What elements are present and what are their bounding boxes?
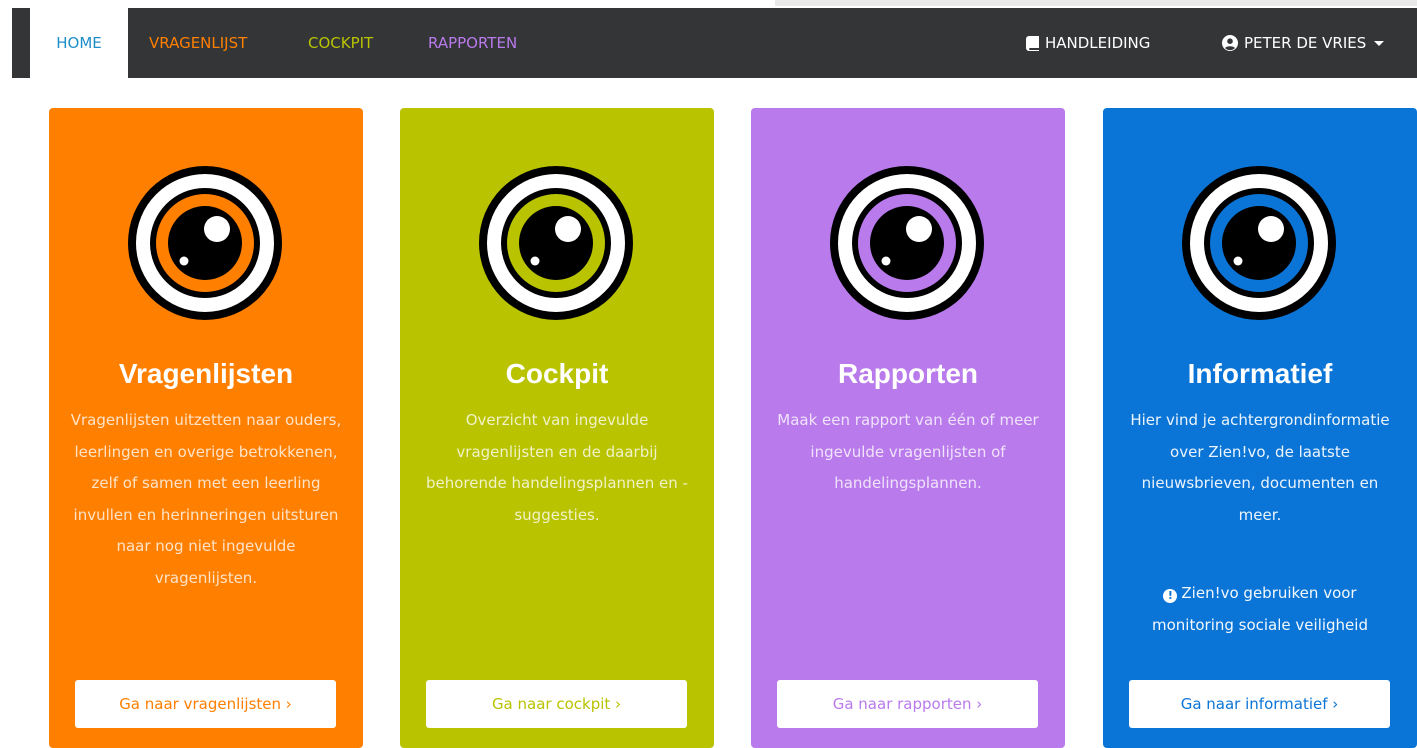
top-strip bbox=[0, 0, 1417, 8]
nav-rapporten-label: RAPPORTEN bbox=[428, 34, 518, 52]
card-rapporten: Rapporten Maak een rapport van één of me… bbox=[751, 108, 1065, 748]
nav-home[interactable]: HOME bbox=[30, 8, 128, 78]
exclamation-circle-icon: ! bbox=[1163, 589, 1178, 603]
nav-cockpit-label: COCKPIT bbox=[308, 34, 374, 52]
card-vragenlijsten: Vragenlijsten Vragenlijsten uitzetten na… bbox=[49, 108, 363, 748]
card-title: Vragenlijsten bbox=[118, 358, 294, 389]
user-name: PETER DE VRIES bbox=[1244, 34, 1367, 52]
eye-icon bbox=[1182, 166, 1336, 320]
nav-home-label: HOME bbox=[56, 34, 102, 52]
eye-icon bbox=[479, 166, 633, 320]
goto-vragenlijsten-button[interactable]: Ga naar vragenlijsten › bbox=[75, 680, 336, 728]
caret-down-icon bbox=[1374, 40, 1385, 46]
monitoring-link-label: Zien!vo gebruiken voor monitoring social… bbox=[1152, 584, 1368, 634]
card-description: Hier vind je achtergrondinformatie over … bbox=[1130, 411, 1390, 524]
book-icon bbox=[1026, 35, 1039, 51]
top-strip-bar bbox=[775, 0, 1417, 6]
eye-icon bbox=[830, 166, 984, 320]
nav-handleiding[interactable]: HANDLEIDING bbox=[1026, 8, 1150, 78]
nav-cockpit[interactable]: COCKPIT bbox=[308, 8, 373, 78]
goto-informatief-button[interactable]: Ga naar informatief › bbox=[1129, 680, 1390, 728]
card-description: Overzicht van ingevulde vragenlijsten en… bbox=[426, 411, 688, 524]
card-description: Vragenlijsten uitzetten naar ouders, lee… bbox=[70, 411, 342, 587]
goto-cockpit-button[interactable]: Ga naar cockpit › bbox=[426, 680, 687, 728]
nav-vragenlijst-label: VRAGENLIJST bbox=[149, 34, 248, 52]
card-description: Maak een rapport van één of meer ingevul… bbox=[777, 411, 1039, 492]
navbar: HOME VRAGENLIJST COCKPIT RAPPORTEN HANDL… bbox=[12, 8, 1417, 78]
card-title: Informatief bbox=[1187, 358, 1333, 389]
monitoring-link[interactable]: ! Zien!vo gebruiken voor monitoring socia… bbox=[1121, 578, 1399, 641]
card-informatief: Informatief Hier vind je achtergrondinfo… bbox=[1103, 108, 1417, 748]
user-circle-icon bbox=[1222, 35, 1238, 51]
eye-icon bbox=[128, 166, 282, 320]
nav-handleiding-label: HANDLEIDING bbox=[1045, 34, 1151, 52]
card-cockpit: Cockpit Overzicht van ingevulde vragenli… bbox=[400, 108, 714, 748]
card-title: Cockpit bbox=[505, 358, 609, 389]
nav-vragenlijst[interactable]: VRAGENLIJST bbox=[149, 8, 247, 78]
nav-rapporten[interactable]: RAPPORTEN bbox=[428, 8, 517, 78]
goto-rapporten-button[interactable]: Ga naar rapporten › bbox=[777, 680, 1038, 728]
card-title: Rapporten bbox=[838, 358, 978, 389]
user-menu[interactable]: PETER DE VRIES bbox=[1222, 8, 1385, 78]
